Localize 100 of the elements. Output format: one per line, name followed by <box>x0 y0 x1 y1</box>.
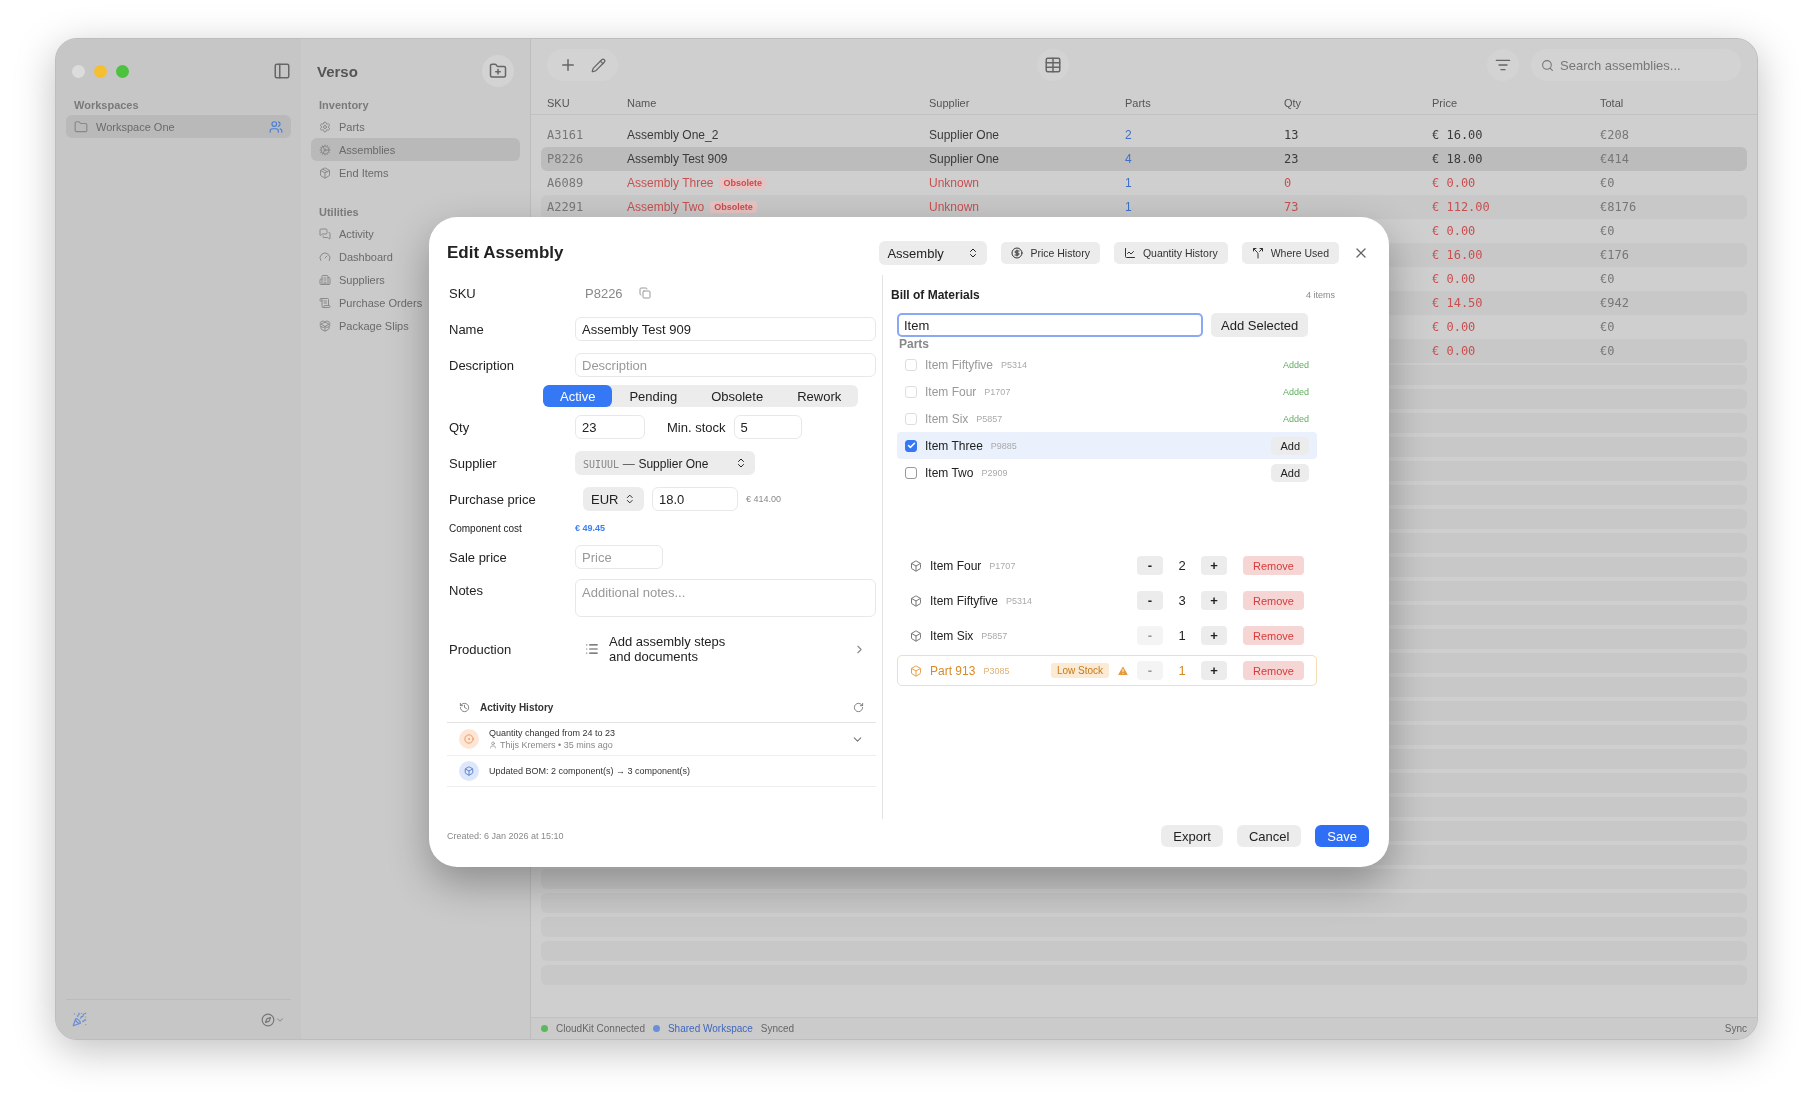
nav-item[interactable]: Activity <box>311 222 520 245</box>
field-label: Qty <box>448 419 471 435</box>
filter-button[interactable] <box>1487 49 1519 81</box>
supplier-select[interactable]: SUIUUL — Supplier One <box>575 451 755 475</box>
status-tab[interactable]: Pending <box>612 385 695 407</box>
column-header: Price <box>1432 96 1459 109</box>
nav-item[interactable]: Parts <box>311 115 520 138</box>
table-icon <box>1043 56 1062 74</box>
building-icon <box>319 273 331 286</box>
currency-select[interactable]: EUR <box>583 487 644 511</box>
part-code: P5314 <box>1001 359 1028 370</box>
part-result-row[interactable]: Item Three P9885 Add <box>897 432 1317 459</box>
status-link[interactable]: Shared Workspace <box>667 1023 753 1034</box>
sync-button[interactable]: Sync <box>1724 1023 1747 1034</box>
table-cell-text: €0 <box>1600 272 1616 286</box>
table-cell-text: € 16.00 <box>1432 128 1484 142</box>
gear-icon <box>319 120 331 133</box>
decrement-button[interactable]: - <box>1137 556 1164 575</box>
activity-text: Quantity changed from 24 to 23 <box>489 728 617 738</box>
increment-button[interactable]: + <box>1201 591 1228 610</box>
checkbox[interactable] <box>905 439 917 452</box>
column-header: Parts <box>1125 96 1152 109</box>
part-search-field[interactable]: Item <box>897 313 1203 337</box>
production-link[interactable]: Add assembly steps and documents <box>575 634 876 664</box>
header-button[interactable]: Where Used <box>1241 242 1339 264</box>
table-row[interactable]: A3161 Assembly One_2 Supplier One 2 13 € 16.00 €208 <box>541 123 1747 147</box>
footer-button[interactable]: Export <box>1161 825 1223 847</box>
quantity-value: 2 <box>1177 558 1187 573</box>
remove-button[interactable]: Remove <box>1243 556 1304 575</box>
column-header: Supplier <box>929 96 971 109</box>
part-result-row[interactable]: Item Two P2909 Add <box>897 459 1317 486</box>
increment-button[interactable]: + <box>1201 626 1228 645</box>
table-cell-text: €0 <box>1600 176 1616 190</box>
field-label: Min. stock <box>667 419 726 435</box>
component-code: P5857 <box>981 630 1008 641</box>
cost-field[interactable]: 18.0 <box>652 487 738 511</box>
table-cell-text: € 0.00 <box>1432 224 1477 238</box>
remove-button[interactable]: Remove <box>1243 661 1304 680</box>
status-tab[interactable]: Obsolete <box>694 385 781 407</box>
table-cell-text: €176 <box>1600 248 1630 262</box>
dialog-title: Edit Assembly <box>447 243 565 263</box>
component-cost: € 49.45 <box>575 523 606 533</box>
table-cell-text: A3161 <box>547 128 585 142</box>
zoom-button[interactable] <box>116 64 129 78</box>
remove-button[interactable]: Remove <box>1243 591 1304 610</box>
remove-button[interactable]: Remove <box>1243 626 1304 645</box>
quantity-value: 1 <box>1177 663 1187 678</box>
new-folder-button[interactable] <box>482 55 514 87</box>
part-code: P9885 <box>990 440 1017 451</box>
low-stock-badge: Low Stock <box>1050 663 1110 678</box>
nav-item[interactable]: End Items <box>311 161 520 184</box>
increment-button[interactable]: + <box>1201 661 1228 680</box>
status-tab[interactable]: Active <box>543 385 613 407</box>
item-label: Workspace One <box>96 120 175 133</box>
sync-status: Synced <box>760 1023 795 1034</box>
table-cell-text: €0 <box>1600 224 1616 238</box>
compass-menu-icon[interactable] <box>261 1012 285 1027</box>
increment-button[interactable]: + <box>1201 556 1228 575</box>
add-selected-button[interactable]: Add Selected <box>1211 313 1309 337</box>
checkbox[interactable] <box>905 466 917 479</box>
table-cell-text: Unknown <box>929 176 981 190</box>
refresh-icon[interactable] <box>853 702 864 713</box>
table-cell-text: A2291 <box>547 200 585 214</box>
footer-button[interactable]: Cancel <box>1236 825 1302 847</box>
quantity-value: 1 <box>1177 628 1187 643</box>
status-badge: Obsolete <box>710 201 757 213</box>
type-select[interactable]: Assembly <box>879 241 988 265</box>
copy-icon[interactable] <box>638 287 651 299</box>
field-label: Name <box>448 321 485 337</box>
list-icon <box>585 642 599 656</box>
cube-icon <box>910 559 922 572</box>
qty-field[interactable]: 23 <box>575 415 645 439</box>
package-icon <box>319 166 331 179</box>
component-name: Item Six <box>930 628 974 643</box>
header-button[interactable]: Quantity History <box>1113 242 1228 264</box>
name-field[interactable]: Assembly Test 909 <box>575 317 876 341</box>
part-code: P1707 <box>984 386 1011 397</box>
people-icon <box>269 119 283 134</box>
status-tab[interactable]: Rework <box>780 385 859 407</box>
column-header: SKU <box>547 96 571 109</box>
min-stock-field[interactable]: 5 <box>733 415 802 439</box>
sidebar-toggle-icon[interactable] <box>273 62 291 80</box>
header-button[interactable]: Price History <box>1001 242 1100 264</box>
table-row[interactable]: P8226 Assembly Test 909 Supplier One 4 23 € 18.00 €414 <box>541 147 1747 171</box>
party-icon[interactable] <box>72 1012 87 1027</box>
table-cell-text: € 14.50 <box>1432 296 1484 310</box>
edit-icon[interactable] <box>591 57 606 73</box>
add-button[interactable]: Add <box>1271 436 1309 455</box>
table-view-button[interactable] <box>1036 49 1069 81</box>
decrement-button[interactable]: - <box>1137 591 1164 610</box>
sku-value: P8226 <box>585 285 623 301</box>
table-cell-text: P8226 <box>547 152 585 166</box>
footer-button[interactable]: Save <box>1315 825 1369 847</box>
cube-icon <box>910 594 922 607</box>
add-icon[interactable] <box>559 56 577 74</box>
added-label: Added <box>1282 359 1309 370</box>
item-label: Suppliers <box>339 273 385 286</box>
add-button[interactable]: Add <box>1271 463 1309 482</box>
folder-icon <box>74 119 88 134</box>
table-cell-text: 1 <box>1125 200 1133 214</box>
